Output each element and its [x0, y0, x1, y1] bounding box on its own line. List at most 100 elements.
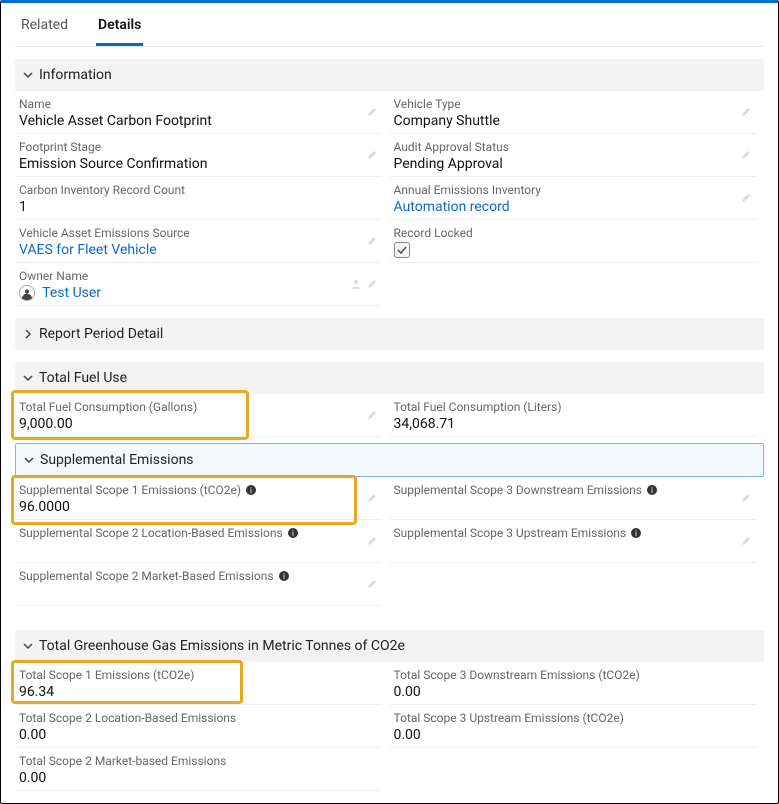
- field-supp-scope2-mkt: Supplemental Scope 2 Market-Based Emissi…: [15, 563, 382, 606]
- field-value: 96.0000: [19, 497, 378, 515]
- field-total-scope3-down: Total Scope 3 Downstream Emissions (tCO2…: [390, 662, 757, 705]
- field-label: Supplemental Scope 2 Market-Based Emissi…: [19, 569, 378, 583]
- field-value: 0.00: [394, 725, 753, 743]
- pencil-icon[interactable]: [366, 149, 378, 161]
- field-total-scope1: Total Scope 1 Emissions (tCO2e) 96.34: [15, 662, 382, 705]
- field-footprint-stage: Footprint Stage Emission Source Confirma…: [15, 134, 382, 177]
- pencil-icon[interactable]: [366, 535, 378, 547]
- pencil-icon[interactable]: [740, 192, 752, 204]
- section-total-fuel[interactable]: Total Fuel Use: [15, 362, 764, 394]
- field-value: 0.00: [19, 768, 378, 786]
- field-carbon-inventory-count: Carbon Inventory Record Count 1: [15, 177, 382, 220]
- field-label: Supplemental Scope 2 Location-Based Emis…: [19, 526, 378, 540]
- section-supplemental[interactable]: Supplemental Emissions: [15, 443, 764, 477]
- field-owner-name: Owner Name Test User: [15, 263, 382, 306]
- tab-details[interactable]: Details: [96, 13, 143, 46]
- field-value: Company Shuttle: [394, 111, 753, 129]
- section-ghg[interactable]: Total Greenhouse Gas Emissions in Metric…: [15, 630, 764, 662]
- avatar: [19, 285, 35, 301]
- chevron-right-icon: [23, 329, 33, 339]
- field-label: Total Fuel Consumption (Liters): [394, 400, 753, 414]
- field-label: Carbon Inventory Record Count: [19, 183, 378, 197]
- field-value: 0.00: [19, 725, 378, 743]
- svg-text:i: i: [250, 486, 252, 495]
- svg-text:i: i: [283, 572, 285, 581]
- pencil-icon[interactable]: [366, 492, 378, 504]
- section-title: Supplemental Emissions: [40, 452, 194, 468]
- field-value: 0.00: [394, 682, 753, 700]
- field-name: Name Vehicle Asset Carbon Footprint: [15, 91, 382, 134]
- pencil-icon[interactable]: [740, 149, 752, 161]
- field-label: Supplemental Scope 1 Emissions (tCO2e) i: [19, 483, 378, 497]
- change-owner-icon[interactable]: [350, 278, 362, 290]
- field-total-scope3-up: Total Scope 3 Upstream Emissions (tCO2e)…: [390, 705, 757, 748]
- field-value: [394, 497, 753, 515]
- field-label: Footprint Stage: [19, 140, 378, 154]
- info-icon[interactable]: i: [278, 570, 290, 582]
- tab-bar: Related Details: [15, 3, 764, 47]
- field-value: [19, 540, 378, 558]
- info-icon[interactable]: i: [630, 527, 642, 539]
- field-total-fuel-liters: Total Fuel Consumption (Liters) 34,068.7…: [390, 394, 757, 437]
- field-value-link[interactable]: VAES for Fleet Vehicle: [19, 240, 378, 258]
- field-vehicle-type: Vehicle Type Company Shuttle: [390, 91, 757, 134]
- info-icon[interactable]: i: [646, 484, 658, 496]
- field-audit-approval-status: Audit Approval Status Pending Approval: [390, 134, 757, 177]
- section-title: Information: [39, 67, 112, 83]
- svg-text:i: i: [651, 486, 653, 495]
- chevron-down-icon: [23, 373, 33, 383]
- field-vehicle-emissions-source: Vehicle Asset Emissions Source VAES for …: [15, 220, 382, 263]
- pencil-icon[interactable]: [740, 492, 752, 504]
- section-title: Report Period Detail: [39, 326, 163, 342]
- pencil-icon[interactable]: [740, 106, 752, 118]
- pencil-icon[interactable]: [740, 535, 752, 547]
- field-label: Name: [19, 97, 378, 111]
- field-total-scope2-loc: Total Scope 2 Location-Based Emissions 0…: [15, 705, 382, 748]
- field-value: 96.34: [19, 682, 378, 700]
- field-label: Audit Approval Status: [394, 140, 753, 154]
- field-label: Supplemental Scope 3 Downstream Emission…: [394, 483, 753, 497]
- section-information[interactable]: Information: [15, 59, 764, 91]
- field-value-link[interactable]: Automation record: [394, 197, 753, 215]
- field-label: Total Scope 1 Emissions (tCO2e): [19, 668, 378, 682]
- chevron-down-icon: [24, 455, 34, 465]
- field-label: Annual Emissions Inventory: [394, 183, 753, 197]
- field-value: 9,000.00: [19, 414, 378, 432]
- section-title: Total Greenhouse Gas Emissions in Metric…: [39, 638, 405, 654]
- field-total-fuel-gallons: Total Fuel Consumption (Gallons) 9,000.0…: [15, 394, 382, 437]
- checkbox-locked: [394, 242, 410, 258]
- field-label: Total Scope 2 Location-Based Emissions: [19, 711, 378, 725]
- field-label: Total Scope 3 Downstream Emissions (tCO2…: [394, 668, 753, 682]
- pencil-icon[interactable]: [366, 578, 378, 590]
- field-label: Record Locked: [394, 226, 753, 240]
- section-report-period[interactable]: Report Period Detail: [15, 318, 764, 350]
- field-value: Pending Approval: [394, 154, 753, 172]
- field-label: Total Scope 3 Upstream Emissions (tCO2e): [394, 711, 753, 725]
- field-label: Total Fuel Consumption (Gallons): [19, 400, 378, 414]
- info-icon[interactable]: i: [287, 527, 299, 539]
- field-supp-scope3-down: Supplemental Scope 3 Downstream Emission…: [390, 477, 757, 520]
- section-title: Total Fuel Use: [39, 370, 127, 386]
- field-value-link[interactable]: Test User: [42, 285, 101, 301]
- chevron-down-icon: [23, 641, 33, 651]
- info-icon[interactable]: i: [245, 484, 257, 496]
- pencil-icon[interactable]: [366, 235, 378, 247]
- field-value: [394, 540, 753, 558]
- field-record-locked: Record Locked: [390, 220, 757, 263]
- field-label: Owner Name: [19, 269, 378, 283]
- pencil-icon[interactable]: [366, 409, 378, 421]
- field-label: Vehicle Type: [394, 97, 753, 111]
- field-label: Vehicle Asset Emissions Source: [19, 226, 378, 240]
- chevron-down-icon: [23, 70, 33, 80]
- pencil-icon[interactable]: [366, 278, 378, 290]
- field-value: Emission Source Confirmation: [19, 154, 378, 172]
- field-label: Supplemental Scope 3 Upstream Emissions …: [394, 526, 753, 540]
- field-value: 34,068.71: [394, 414, 753, 432]
- tab-related[interactable]: Related: [19, 13, 70, 46]
- field-supp-scope2-loc: Supplemental Scope 2 Location-Based Emis…: [15, 520, 382, 563]
- svg-text:i: i: [635, 529, 637, 538]
- field-value: [19, 583, 378, 601]
- field-value: 1: [19, 197, 378, 215]
- field-label: Total Scope 2 Market-based Emissions: [19, 754, 378, 768]
- pencil-icon[interactable]: [366, 106, 378, 118]
